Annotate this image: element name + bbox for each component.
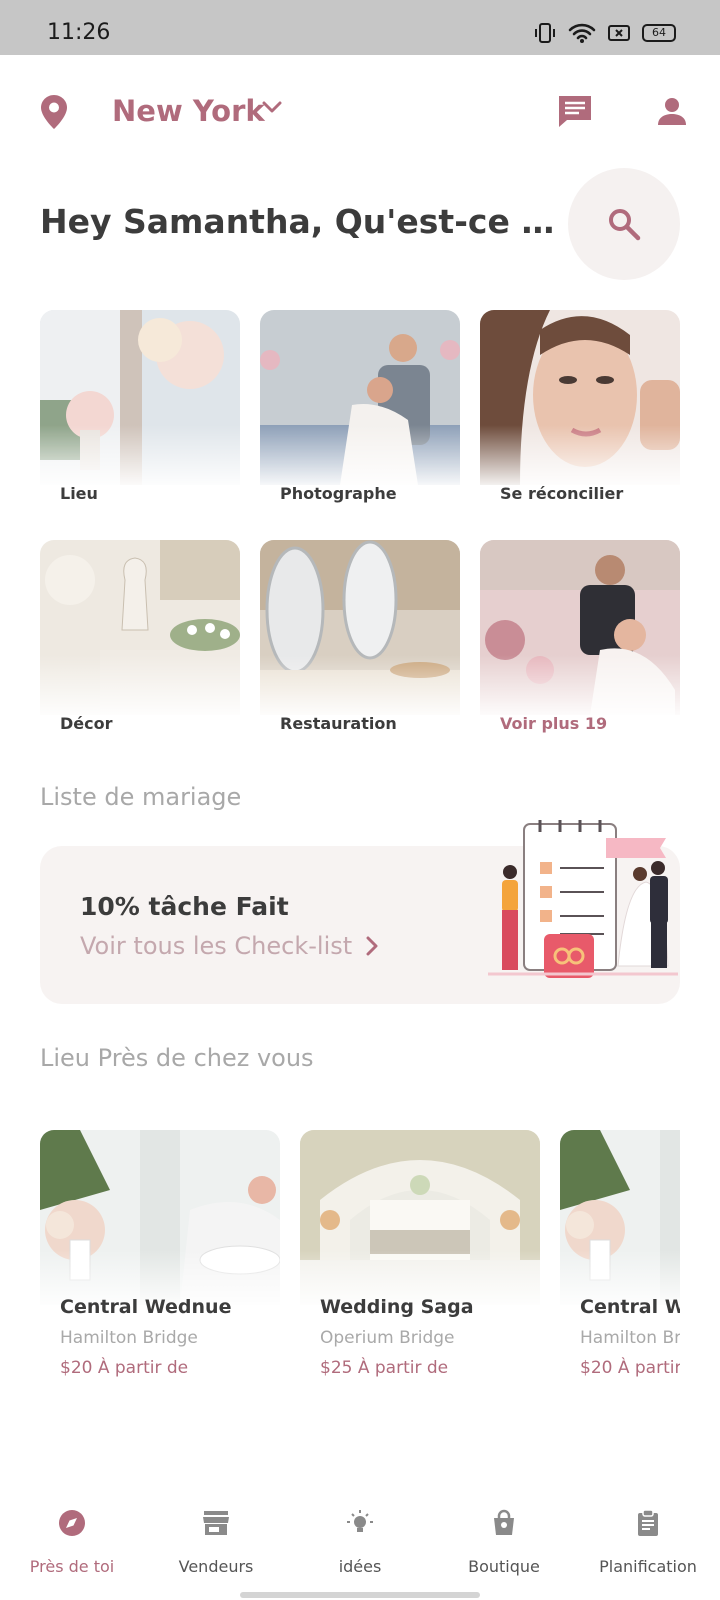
compass-icon: [59, 1510, 85, 1536]
image-fade: [40, 655, 240, 720]
venue-area: Operium Bridge: [320, 1328, 455, 1348]
lightbulb-icon: [347, 1510, 373, 1532]
venue-card[interactable]: Wedding Saga Operium Bridge $25 À partir…: [300, 1130, 540, 1380]
see-more-label: Voir plus 19: [500, 714, 608, 733]
search-button[interactable]: [568, 168, 680, 280]
venue-area: Hamilton Br: [580, 1328, 680, 1348]
top-bar: New York: [0, 80, 720, 144]
venue-name: Central W: [580, 1296, 680, 1318]
clipboard-icon: [638, 1509, 658, 1536]
image-fade: [480, 655, 680, 720]
view-checklist-link[interactable]: Voir tous les Check-list: [80, 932, 378, 960]
category-card-voir-plus[interactable]: Voir plus 19: [480, 540, 680, 740]
checklist-card[interactable]: 10% tâche Fait Voir tous les Check-list: [40, 820, 680, 1004]
home-indicator: [240, 1592, 480, 1598]
nav-item-planification[interactable]: Planification: [576, 1505, 720, 1585]
category-label: Décor: [60, 714, 113, 733]
status-time: 11:26: [47, 20, 111, 45]
image-fade: [260, 425, 460, 490]
nearby-section-title: Lieu Près de chez vous: [40, 1044, 314, 1072]
greeting-title: Hey Samantha, Qu'est-ce qu...: [40, 202, 560, 241]
category-card-decor[interactable]: Décor: [40, 540, 240, 740]
nav-label: idées: [338, 1557, 382, 1576]
category-label: Se réconcilier: [500, 484, 624, 503]
nav-label: Vendeurs: [178, 1557, 254, 1576]
bottom-navigation: Près de toi Vendeurs idées Boutique Plan…: [0, 1505, 720, 1600]
nav-item-boutique[interactable]: Boutique: [432, 1505, 576, 1585]
store-icon: [203, 1511, 229, 1535]
venue-name: Central Wednue: [60, 1296, 232, 1318]
category-card-se-reconcilier[interactable]: Se réconcilier: [480, 310, 680, 510]
chevron-right-icon: [366, 936, 378, 956]
nav-item-pres-de-toi[interactable]: Près de toi: [0, 1505, 144, 1585]
nav-item-vendeurs[interactable]: Vendeurs: [144, 1505, 288, 1585]
venue-name: Wedding Saga: [320, 1296, 474, 1318]
battery-icon: 64: [642, 24, 676, 42]
category-card-restauration[interactable]: Restauration: [260, 540, 460, 740]
sim-off-icon: [608, 25, 630, 41]
shopping-bag-icon: [494, 1509, 514, 1535]
image-fade: [40, 425, 240, 490]
wifi-icon: [568, 23, 596, 43]
view-checklist-label: Voir tous les Check-list: [80, 932, 353, 960]
location-pin-icon[interactable]: [40, 94, 68, 130]
venue-card[interactable]: Central W Hamilton Br $20 À partir: [560, 1130, 680, 1380]
nav-item-idees[interactable]: idées: [288, 1505, 432, 1585]
venue-price: $20 À partir: [580, 1358, 680, 1378]
nav-label: Boutique: [468, 1557, 540, 1576]
image-fade: [480, 425, 680, 490]
chat-icon[interactable]: [557, 94, 593, 128]
venue-card[interactable]: Central Wednue Hamilton Bridge $20 À par…: [40, 1130, 280, 1380]
category-label: Photographe: [280, 484, 397, 503]
image-fade: [260, 655, 460, 720]
venue-price: $25 À partir de: [320, 1358, 449, 1378]
checklist-section-title: Liste de mariage: [40, 783, 242, 811]
chevron-down-icon[interactable]: [262, 100, 282, 114]
venue-price: $20 À partir de: [60, 1358, 189, 1378]
status-bar: 11:26 64: [0, 0, 720, 55]
vibrate-icon: [535, 23, 555, 43]
status-icons: 64: [534, 22, 676, 44]
nav-label: Planification: [599, 1557, 697, 1576]
profile-icon[interactable]: [657, 96, 687, 126]
checklist-progress: 10% tâche Fait: [80, 892, 289, 921]
venue-card-partial[interactable]: Central W Hamilton Br $20 À partir: [560, 1130, 680, 1380]
search-icon: [609, 209, 641, 241]
city-selector[interactable]: New York: [112, 94, 265, 128]
venue-area: Hamilton Bridge: [60, 1328, 198, 1348]
category-label: Restauration: [280, 714, 397, 733]
category-label: Lieu: [60, 484, 98, 503]
checklist-illustration: [488, 820, 678, 978]
category-card-lieu[interactable]: Lieu: [40, 310, 240, 510]
category-card-photographe[interactable]: Photographe: [260, 310, 460, 510]
nav-label: Près de toi: [29, 1557, 115, 1576]
